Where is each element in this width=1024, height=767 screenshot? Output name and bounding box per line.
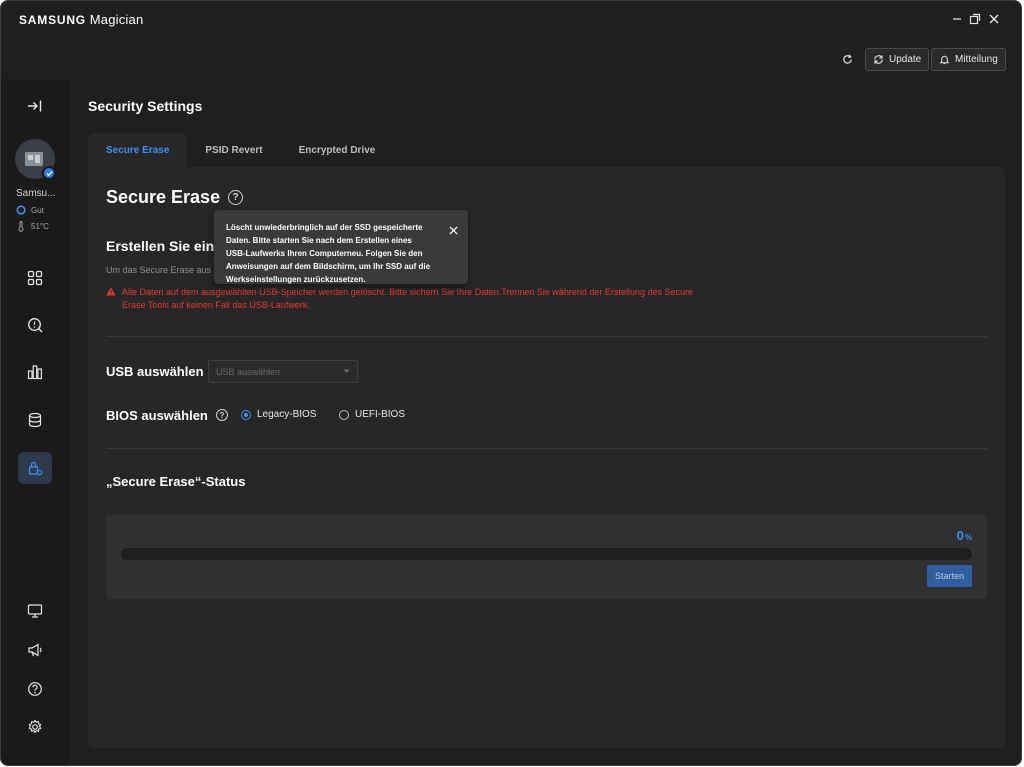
tab-secure-erase[interactable]: Secure Erase (88, 133, 188, 167)
sidebar-item-dashboard[interactable] (18, 262, 52, 294)
notice-label: Mitteilung (955, 54, 998, 65)
close-icon (989, 14, 999, 24)
sidebar-item-help[interactable] (18, 673, 52, 705)
collapse-icon (28, 100, 42, 112)
chevron-down-icon (343, 369, 350, 373)
device-check-badge (42, 166, 56, 180)
bios-select-label: BIOS auswählen (106, 408, 208, 423)
radio-indicator (241, 409, 251, 420)
tooltip-text: Löscht unwiederbringlich auf der SSD ges… (226, 223, 431, 284)
refresh-button[interactable] (837, 49, 857, 69)
settings-icon (28, 719, 42, 734)
app-name: Magician (89, 12, 144, 27)
help-icon (28, 682, 42, 696)
device-health: Gut (16, 205, 44, 215)
status-heading: „Secure Erase“-Status (106, 474, 246, 489)
check-icon (45, 170, 53, 176)
app-title: SAMSUNG Magician (19, 12, 143, 27)
ssd-icon (25, 152, 43, 166)
bios-help-icon[interactable]: ? (216, 409, 228, 421)
sidebar-item-drive-management[interactable] (18, 404, 52, 436)
device-health-label: Gut (31, 205, 44, 215)
warning-text: Alle Daten auf dem ausgewählten USB-Spei… (122, 287, 693, 310)
tooltip-close-button[interactable] (446, 223, 460, 237)
usb-select-label: USB auswählen (106, 364, 204, 379)
create-usb-heading: Erstellen Sie ein b (106, 238, 226, 254)
app-window: SAMSUNG Magician Update Mitteilung Samsu… (0, 0, 1022, 766)
section-heading-text: Secure Erase (106, 187, 221, 207)
section-heading: Secure Erase ? (106, 187, 244, 208)
device-avatar[interactable] (15, 139, 56, 180)
progress-value: 0 (956, 528, 964, 543)
sidebar-item-display[interactable] (18, 595, 52, 627)
security-icon (28, 461, 43, 476)
status-box: 0 % Starten (106, 515, 987, 599)
divider (106, 448, 987, 449)
usb-select[interactable]: USB auswählen (208, 360, 358, 383)
health-ring-icon (16, 205, 26, 215)
usb-select-value: USB auswählen (216, 366, 281, 377)
radio-indicator (339, 409, 349, 420)
bell-icon (939, 55, 950, 65)
minimize-icon (953, 18, 961, 20)
tab-encrypted-drive[interactable]: Encrypted Drive (281, 133, 394, 167)
dashboard-icon (27, 270, 43, 286)
notice-button[interactable]: Mitteilung (931, 48, 1006, 71)
sidebar-item-diagnostic[interactable] (18, 309, 52, 341)
device-temperature: 51°C (16, 221, 49, 232)
device-temperature-label: 51°C (31, 222, 49, 231)
update-icon (874, 55, 883, 64)
warning-icon (106, 287, 116, 296)
benchmark-icon (27, 365, 42, 380)
title-bar: SAMSUNG Magician (1, 1, 1021, 37)
thermometer-icon (18, 221, 24, 232)
app-brand: SAMSUNG (19, 13, 86, 27)
announcement-icon (28, 643, 42, 657)
device-name: Samsu... (16, 188, 56, 199)
update-button[interactable]: Update (865, 48, 930, 71)
warning-message: Alle Daten auf dem ausgewählten USB-Spei… (106, 286, 706, 312)
sidebar-item-benchmark[interactable] (18, 356, 52, 388)
restore-button[interactable] (965, 9, 985, 29)
help-icon[interactable]: ? (228, 190, 244, 205)
progress-percent: 0 % (957, 528, 972, 543)
tab-bar: Secure Erase PSID Revert Encrypted Drive (88, 133, 393, 167)
page-title: Security Settings (88, 98, 203, 114)
close-button[interactable] (984, 9, 1004, 29)
display-icon (27, 604, 43, 618)
progress-bar (121, 548, 972, 560)
sidebar-collapse-button[interactable] (18, 90, 52, 122)
progress-unit: % (964, 533, 972, 542)
diagnostic-icon (28, 318, 43, 333)
radio-label: UEFI-BIOS (355, 409, 406, 420)
refresh-icon (842, 53, 852, 64)
help-tooltip: Löscht unwiederbringlich auf der SSD ges… (214, 210, 468, 284)
restore-icon (969, 13, 981, 25)
drive-management-icon (28, 412, 42, 428)
update-label: Update (889, 54, 922, 65)
sidebar-item-security[interactable] (18, 452, 52, 484)
sidebar-item-settings[interactable] (18, 711, 52, 743)
divider (106, 336, 987, 337)
radio-uefi-bios[interactable]: UEFI-BIOS (339, 409, 405, 420)
start-button[interactable]: Starten (927, 565, 972, 587)
sidebar-item-announcement[interactable] (18, 634, 52, 666)
close-icon (448, 225, 458, 235)
radio-legacy-bios[interactable]: Legacy-BIOS (241, 409, 316, 420)
radio-label: Legacy-BIOS (257, 409, 317, 420)
minimize-button[interactable] (947, 9, 967, 29)
sidebar: Samsu... Gut 51°C (1, 79, 69, 765)
tab-psid-revert[interactable]: PSID Revert (187, 133, 280, 167)
